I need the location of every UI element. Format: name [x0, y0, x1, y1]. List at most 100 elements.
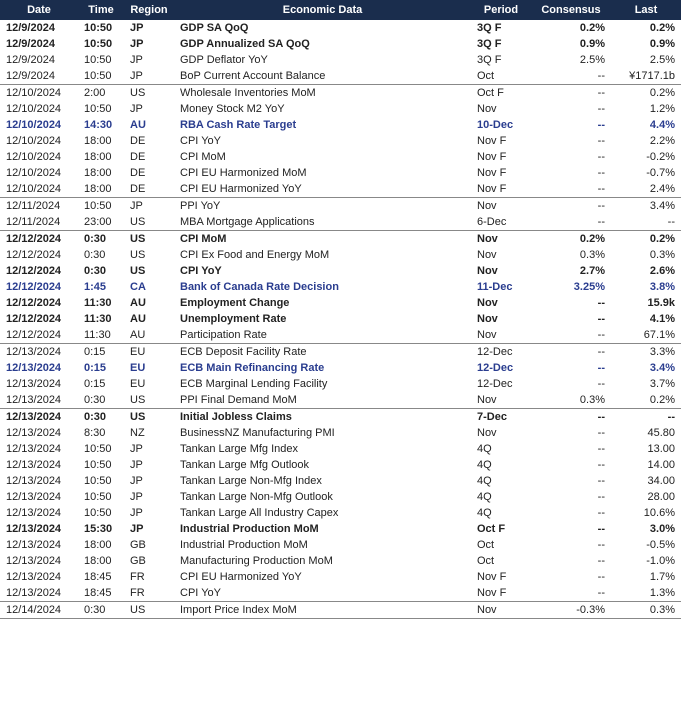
cell-period: Nov [471, 198, 531, 215]
table-row: 12/11/202410:50JPPPI YoYNov--3.4% [0, 198, 681, 215]
cell-data: RBA Cash Rate Target [174, 117, 471, 133]
cell-time: 15:30 [78, 521, 124, 537]
col-header-period: Period [471, 0, 531, 20]
cell-consensus: -- [531, 344, 611, 361]
cell-last: 3.4% [611, 198, 681, 215]
cell-last: 3.0% [611, 521, 681, 537]
cell-data: CPI EU Harmonized YoY [174, 569, 471, 585]
cell-period: Nov F [471, 165, 531, 181]
cell-data: PPI Final Demand MoM [174, 392, 471, 409]
cell-consensus: -- [531, 68, 611, 85]
cell-data: BoP Current Account Balance [174, 68, 471, 85]
cell-data: Unemployment Rate [174, 311, 471, 327]
cell-last: 13.00 [611, 441, 681, 457]
table-row: 12/13/202418:45FRCPI YoYNov F--1.3% [0, 585, 681, 602]
table-row: 12/11/202423:00USMBA Mortgage Applicatio… [0, 214, 681, 231]
cell-date: 12/13/2024 [0, 585, 78, 602]
cell-consensus: -- [531, 198, 611, 215]
cell-time: 10:50 [78, 457, 124, 473]
table-row: 12/13/20240:15EUECB Deposit Facility Rat… [0, 344, 681, 361]
cell-consensus: -- [531, 489, 611, 505]
cell-last: 3.4% [611, 360, 681, 376]
cell-period: Nov [471, 101, 531, 117]
cell-consensus: -- [531, 569, 611, 585]
cell-data: Manufacturing Production MoM [174, 553, 471, 569]
cell-date: 12/13/2024 [0, 489, 78, 505]
cell-region: FR [124, 585, 174, 602]
cell-region: JP [124, 68, 174, 85]
cell-region: EU [124, 376, 174, 392]
cell-period: 12-Dec [471, 344, 531, 361]
cell-region: JP [124, 20, 174, 36]
cell-region: US [124, 602, 174, 619]
cell-data: GDP SA QoQ [174, 20, 471, 36]
table-row: 12/13/202410:50JPTankan Large Non-Mfg Ou… [0, 489, 681, 505]
cell-data: Import Price Index MoM [174, 602, 471, 619]
cell-region: AU [124, 117, 174, 133]
cell-time: 8:30 [78, 425, 124, 441]
cell-region: AU [124, 327, 174, 344]
cell-date: 12/13/2024 [0, 392, 78, 409]
table-row: 12/10/202418:00DECPI EU Harmonized YoYNo… [0, 181, 681, 198]
cell-data: CPI YoY [174, 263, 471, 279]
cell-consensus: -- [531, 360, 611, 376]
cell-time: 18:00 [78, 133, 124, 149]
cell-data: Employment Change [174, 295, 471, 311]
cell-region: JP [124, 505, 174, 521]
cell-period: Nov [471, 392, 531, 409]
cell-data: CPI Ex Food and Energy MoM [174, 247, 471, 263]
cell-region: US [124, 263, 174, 279]
cell-consensus: -- [531, 505, 611, 521]
cell-data: Tankan Large Non-Mfg Outlook [174, 489, 471, 505]
cell-last: 3.7% [611, 376, 681, 392]
cell-time: 1:45 [78, 279, 124, 295]
col-header-data: Economic Data [174, 0, 471, 20]
cell-consensus: -- [531, 553, 611, 569]
cell-period: 4Q [471, 441, 531, 457]
cell-consensus: 0.3% [531, 392, 611, 409]
cell-date: 12/10/2024 [0, 133, 78, 149]
table-row: 12/13/20248:30NZBusinessNZ Manufacturing… [0, 425, 681, 441]
table-row: 12/9/202410:50JPGDP Annualized SA QoQ3Q … [0, 36, 681, 52]
cell-region: JP [124, 521, 174, 537]
table-row: 12/10/202418:00DECPI EU Harmonized MoMNo… [0, 165, 681, 181]
cell-last: 0.2% [611, 392, 681, 409]
cell-last: 4.4% [611, 117, 681, 133]
cell-data: Tankan Large All Industry Capex [174, 505, 471, 521]
cell-last: -0.2% [611, 149, 681, 165]
cell-period: 4Q [471, 473, 531, 489]
cell-region: US [124, 214, 174, 231]
cell-time: 0:30 [78, 392, 124, 409]
cell-last: 2.6% [611, 263, 681, 279]
table-row: 12/12/202411:30AUEmployment ChangeNov--1… [0, 295, 681, 311]
table-row: 12/9/202410:50JPBoP Current Account Bala… [0, 68, 681, 85]
cell-date: 12/13/2024 [0, 409, 78, 426]
cell-date: 12/13/2024 [0, 344, 78, 361]
table-row: 12/10/202410:50JPMoney Stock M2 YoYNov--… [0, 101, 681, 117]
cell-data: CPI YoY [174, 585, 471, 602]
cell-region: DE [124, 165, 174, 181]
cell-date: 12/13/2024 [0, 441, 78, 457]
cell-time: 10:50 [78, 36, 124, 52]
cell-date: 12/9/2024 [0, 20, 78, 36]
cell-date: 12/14/2024 [0, 602, 78, 619]
cell-time: 0:30 [78, 263, 124, 279]
table-row: 12/10/202418:00DECPI MoMNov F---0.2% [0, 149, 681, 165]
cell-last: -- [611, 214, 681, 231]
cell-region: US [124, 231, 174, 248]
cell-data: GDP Annualized SA QoQ [174, 36, 471, 52]
cell-region: NZ [124, 425, 174, 441]
cell-last: 1.2% [611, 101, 681, 117]
cell-period: 4Q [471, 505, 531, 521]
cell-data: MBA Mortgage Applications [174, 214, 471, 231]
cell-region: DE [124, 181, 174, 198]
cell-time: 2:00 [78, 85, 124, 102]
cell-period: 12-Dec [471, 376, 531, 392]
cell-region: CA [124, 279, 174, 295]
cell-last: 2.5% [611, 52, 681, 68]
cell-consensus: -- [531, 295, 611, 311]
cell-date: 12/12/2024 [0, 327, 78, 344]
cell-period: 7-Dec [471, 409, 531, 426]
cell-date: 12/10/2024 [0, 117, 78, 133]
cell-period: 4Q [471, 489, 531, 505]
